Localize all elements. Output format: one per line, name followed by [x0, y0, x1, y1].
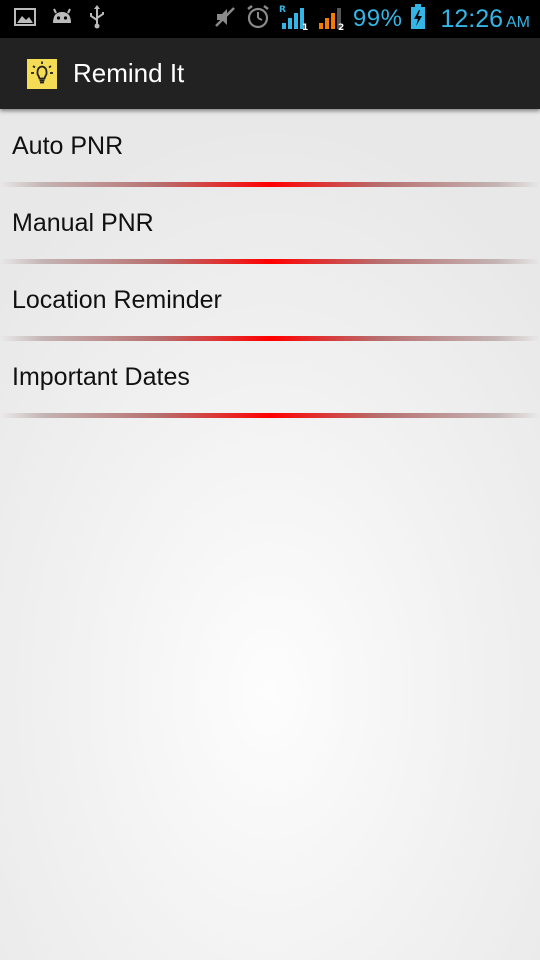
menu-list: Auto PNR Manual PNR Location Reminder Im…: [0, 110, 540, 418]
mute-icon: [213, 5, 237, 34]
battery-percent: 99%: [352, 5, 403, 32]
clock: 12:26 AM: [440, 5, 530, 34]
app-title: Remind It: [73, 58, 185, 88]
clock-time: 12:26: [440, 4, 503, 33]
action-bar: Remind It: [0, 38, 540, 109]
divider: [0, 413, 540, 418]
list-item-label: Important Dates: [12, 363, 190, 391]
list-item-important-dates[interactable]: Important Dates: [0, 341, 540, 418]
svg-text:R: R: [279, 5, 286, 15]
system-icons: R 1 2 99% 12:26 AM: [213, 3, 530, 36]
status-bar: R 1 2 99% 12:26 AM: [0, 0, 540, 38]
lightbulb-icon[interactable]: [27, 59, 57, 89]
list-item-label: Auto PNR: [12, 132, 124, 160]
list-item-location-reminder[interactable]: Location Reminder: [0, 264, 540, 341]
svg-text:2: 2: [338, 23, 344, 31]
battery-charging-icon: [410, 3, 426, 35]
usb-icon: [88, 4, 106, 34]
image-icon: [14, 7, 36, 31]
signal-sim2-icon: 2: [317, 3, 345, 36]
list-item-auto-pnr[interactable]: Auto PNR: [0, 110, 540, 187]
android-icon: [50, 8, 74, 31]
clock-ampm: AM: [506, 13, 530, 31]
alarm-icon: [245, 4, 271, 35]
list-item-manual-pnr[interactable]: Manual PNR: [0, 187, 540, 264]
svg-text:1: 1: [302, 23, 308, 31]
notification-icons: [14, 4, 106, 34]
signal-sim1-icon: R 1: [279, 3, 309, 36]
list-item-label: Manual PNR: [12, 209, 154, 237]
list-item-label: Location Reminder: [12, 286, 222, 314]
